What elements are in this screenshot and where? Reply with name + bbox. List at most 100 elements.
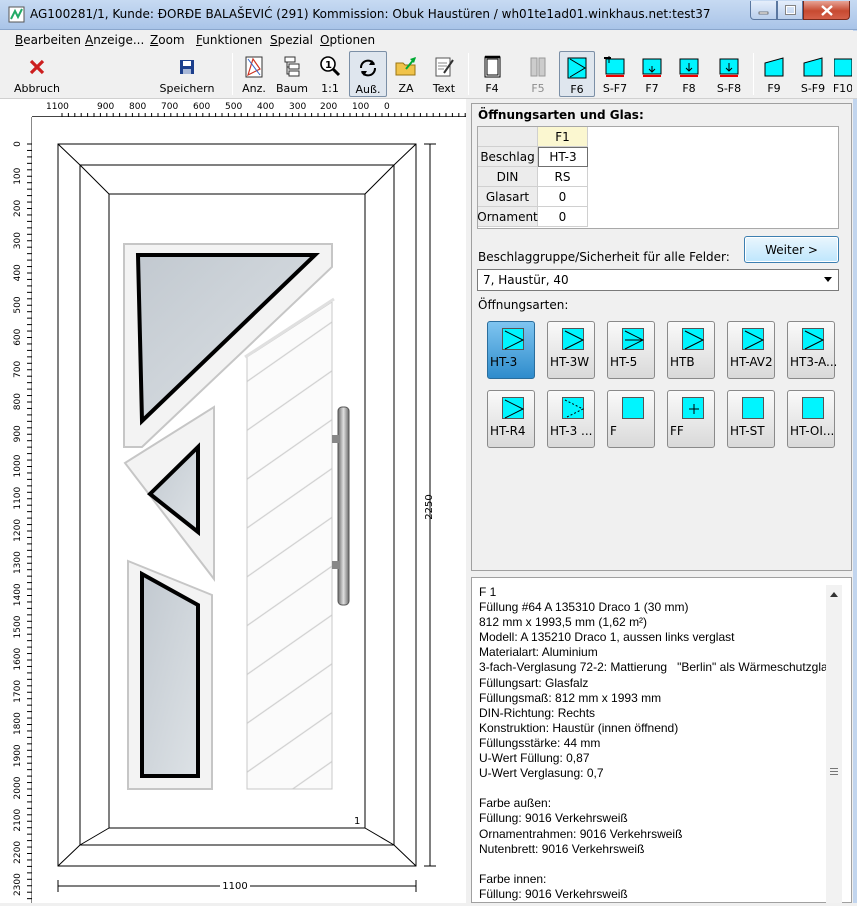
opening-tile-9[interactable]: FF bbox=[667, 390, 715, 448]
speichern-button[interactable]: Speichern bbox=[158, 51, 216, 97]
ruler-label: 2000 bbox=[13, 776, 23, 799]
opening-type-icon bbox=[622, 397, 644, 419]
opening-type-icon bbox=[622, 328, 645, 350]
opening-tile-2[interactable]: HT-5 bbox=[607, 321, 655, 379]
beschlaggruppe-select[interactable]: 7, Haustür, 40 bbox=[477, 269, 839, 291]
opening-tile-label: HTB bbox=[670, 355, 695, 369]
info-scrollbar[interactable] bbox=[826, 585, 842, 903]
height-dimension-label: 2250 bbox=[424, 494, 435, 519]
opening-tile-1[interactable]: HT-3W bbox=[547, 321, 595, 379]
f5-sash-icon bbox=[530, 57, 546, 77]
door-drawing: 2250 1100 1 bbox=[57, 143, 436, 892]
opening-tile-label: HT-3 ... bbox=[550, 424, 593, 438]
anz-button[interactable]: Anz. bbox=[237, 51, 271, 97]
opening-tile-label: HT-5 bbox=[610, 355, 638, 369]
grid-col-header[interactable]: F1 bbox=[538, 127, 588, 147]
zoom-magnifier-icon: 1 bbox=[320, 56, 341, 77]
width-dimension-label: 1100 bbox=[222, 881, 247, 892]
opening-tile-label: F bbox=[610, 424, 617, 438]
ruler-label: 1400 bbox=[13, 583, 23, 606]
s-f8-button[interactable]: S-F8 bbox=[711, 51, 747, 97]
abbruch-button[interactable]: Abbruch bbox=[8, 51, 66, 97]
grid-cell-ornament[interactable]: 0 bbox=[538, 207, 588, 227]
opening-tile-5[interactable]: HT3-A... bbox=[787, 321, 836, 379]
window-frame-right bbox=[853, 30, 857, 903]
opening-tile-0[interactable]: HT-3 bbox=[487, 321, 535, 379]
s-f7-transom-icon bbox=[604, 56, 625, 77]
ruler-label: 100 bbox=[352, 102, 369, 112]
ruler-label: 1900 bbox=[13, 744, 23, 767]
weiter-button[interactable]: Weiter > bbox=[744, 236, 839, 263]
f9-shape-icon bbox=[764, 57, 784, 77]
opening-tile-11[interactable]: HT-OI... bbox=[787, 390, 835, 448]
minimize-button[interactable] bbox=[750, 1, 777, 20]
one-to-one-button[interactable]: 1 1:1 bbox=[314, 51, 346, 97]
f6-button[interactable]: F6 bbox=[559, 51, 595, 97]
horizontal-ruler: 1100 900 800 700 600 500 400 300 200 100 0 bbox=[32, 99, 466, 118]
door-drawing-canvas[interactable]: 2250 1100 1 bbox=[32, 117, 466, 903]
grid-cell-glasart[interactable]: 0 bbox=[538, 187, 588, 207]
rotate-view-icon bbox=[360, 59, 376, 77]
close-button[interactable] bbox=[803, 1, 850, 20]
grid-cell-beschlag[interactable]: HT-3 bbox=[538, 147, 588, 167]
opening-tile-4[interactable]: HT-AV2 bbox=[727, 321, 775, 379]
opening-tile-3[interactable]: HTB bbox=[667, 321, 715, 379]
menu-optionen[interactable]: Optionen bbox=[320, 33, 375, 47]
fields-grid[interactable]: F1 Beschlag HT-3 DIN RS Glasart 0 Orname… bbox=[477, 126, 839, 229]
title-bar: AG100281/1, Kunde: ĐORĐE BALAŠEVIĆ (291)… bbox=[0, 0, 857, 30]
opening-type-icon bbox=[502, 328, 525, 350]
menu-spezial[interactable]: Spezial bbox=[270, 33, 313, 47]
f7-button[interactable]: F7 bbox=[636, 51, 668, 97]
baum-button[interactable]: Baum bbox=[273, 51, 311, 97]
ruler-label: 2200 bbox=[13, 841, 23, 864]
opening-type-icon bbox=[802, 328, 825, 350]
ruler-label: 300 bbox=[289, 102, 306, 112]
s-f8-bottom-icon bbox=[719, 58, 739, 77]
f9-button[interactable]: F9 bbox=[758, 51, 790, 97]
cancel-x-icon bbox=[29, 59, 45, 75]
opening-type-icon bbox=[682, 397, 704, 419]
ruler-label: 100 bbox=[13, 167, 23, 184]
menu-bar: Bearbeiten Anzeige... Zoom Funktionen Sp… bbox=[0, 31, 857, 49]
opening-tile-label: HT-3 bbox=[490, 355, 518, 369]
menu-anzeige[interactable]: Anzeige... bbox=[85, 33, 144, 47]
f5-button[interactable]: F5 bbox=[521, 51, 555, 97]
menu-bearbeiten[interactable]: Bearbeiten bbox=[15, 33, 81, 47]
ruler-label: 0 bbox=[384, 102, 390, 112]
ruler-label: 1100 bbox=[13, 486, 23, 509]
f10-button[interactable]: F10 bbox=[834, 51, 852, 97]
f4-button[interactable]: F4 bbox=[475, 51, 509, 97]
opening-tile-label: HT-ST bbox=[730, 424, 765, 438]
opening-tile-10[interactable]: HT-ST bbox=[727, 390, 775, 448]
opening-tile-8[interactable]: F bbox=[607, 390, 655, 448]
menu-funktionen[interactable]: Funktionen bbox=[196, 33, 262, 47]
info-text-box[interactable]: F 1 Füllung #64 A 135310 Draco 1 (30 mm)… bbox=[471, 577, 852, 903]
save-disk-icon bbox=[180, 60, 194, 74]
anz-view-icon bbox=[245, 56, 263, 78]
ruler-label: 200 bbox=[320, 102, 337, 112]
grid-row-label: Ornament bbox=[477, 207, 538, 227]
maximize-button[interactable] bbox=[777, 1, 803, 20]
opening-tile-7[interactable]: HT-3 ... bbox=[547, 390, 595, 448]
opening-tile-label: FF bbox=[670, 424, 684, 438]
f8-button[interactable]: F8 bbox=[673, 51, 705, 97]
grid-cell-din[interactable]: RS bbox=[538, 167, 588, 187]
za-button[interactable]: ZA bbox=[390, 51, 422, 97]
opening-tile-label: HT3-A... bbox=[790, 355, 836, 369]
s-f9-button[interactable]: S-F9 bbox=[796, 51, 830, 97]
grid-row-label: DIN bbox=[478, 167, 538, 187]
ruler-label: 0 bbox=[13, 141, 23, 147]
maximize-icon bbox=[784, 5, 796, 15]
s-f7-button[interactable]: S-F7 bbox=[598, 51, 632, 97]
ruler-label: 2300 bbox=[13, 873, 23, 896]
text-button[interactable]: Text bbox=[427, 51, 461, 97]
toolbar-separator bbox=[232, 53, 233, 95]
opening-tile-label: HT-3W bbox=[550, 355, 590, 369]
pane-splitter[interactable] bbox=[466, 99, 470, 903]
ruler-label: 300 bbox=[13, 232, 23, 249]
opening-type-icon bbox=[742, 328, 765, 350]
opening-tile-6[interactable]: HT-R4 bbox=[487, 390, 535, 448]
aussen-view-button[interactable]: Auß. bbox=[349, 51, 387, 97]
menu-zoom[interactable]: Zoom bbox=[150, 33, 185, 47]
ruler-label: 1600 bbox=[13, 647, 23, 670]
